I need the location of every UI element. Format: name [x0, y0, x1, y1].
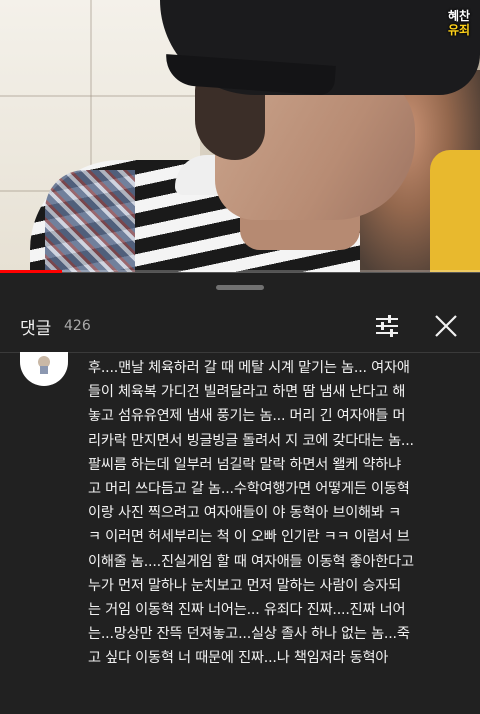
comment-line: 후....맨날 체육하러 갈 때 메탈 시계 맡기는 놈... 여자애 [88, 360, 410, 376]
video-progress-track[interactable] [0, 270, 480, 273]
video-frame-detail [45, 170, 135, 272]
comment-line: 팔씨름 하는데 일부러 넘길락 말락 하면서 왤케 약하냐 [88, 456, 401, 473]
comment-line: 는...망상만 잔뜩 던져놓고...실상 졸사 하나 없는 놈...죽 [88, 626, 410, 643]
video-frame-detail [430, 150, 480, 272]
channel-logo-line2: 유죄 [447, 23, 471, 37]
header-divider [0, 352, 480, 353]
comments-title: 댓글 [20, 319, 52, 339]
close-icon[interactable] [431, 311, 461, 341]
sliders-icon[interactable] [372, 311, 402, 341]
close-icon-svg [435, 315, 457, 337]
user-avatar[interactable] [20, 352, 68, 386]
sliders-icon-svg [376, 315, 398, 337]
comment-line: 이랑 사진 찍으려고 여자애들이 야 동혁아 브이해봐 ㅋ [88, 505, 401, 522]
comment-line: 이해줄 놈....진실게임 할 때 여자애들 이동혁 좋아한다고 [88, 553, 414, 570]
video-frame-detail [0, 95, 200, 97]
comment-line: 고 머리 쓰다듬고 갈 놈...수학여행가면 어떻게든 이동혁 [88, 481, 410, 498]
comment-line: 들이 체육복 가디건 빌려달라고 하면 땀 냄새 난다고 해 [88, 384, 406, 401]
comment-body: 후....맨날 체육하러 갈 때 메탈 시계 맡기는 놈... 여자애들이 체육… [88, 356, 464, 671]
comment-line: 고 싶다 이동혁 너 때문에 진짜...나 책임져라 동혁아 [88, 650, 389, 667]
channel-logo-line1: 혜찬 [447, 9, 471, 23]
video-player[interactable]: 혜찬 유죄 [0, 0, 480, 272]
comments-count: 426 [64, 318, 91, 334]
channel-logo: 혜찬 유죄 [444, 9, 474, 37]
video-progress-fill [0, 270, 63, 273]
comment-line: 리카락 만지면서 빙글빙글 돌려서 지 코에 갖다대는 놈... [88, 432, 414, 449]
avatar-icon [38, 356, 50, 374]
sheet-drag-handle[interactable] [216, 285, 264, 290]
comment-line: ㅋ 이러면 허세부리는 척 이 오빠 인기란 ㅋㅋ 이럼서 브 [88, 529, 410, 546]
comment-line: 는 거임 이동혁 진짜 너어는... 유죄다 진짜....진짜 너어 [88, 602, 406, 619]
comment-line: 놓고 섬유유연제 냄새 풍기는 놈... 머리 긴 여자애들 머 [88, 408, 406, 425]
comment-line: 누가 먼저 말하나 눈치보고 먼저 말하는 사람이 승자되 [88, 577, 401, 594]
